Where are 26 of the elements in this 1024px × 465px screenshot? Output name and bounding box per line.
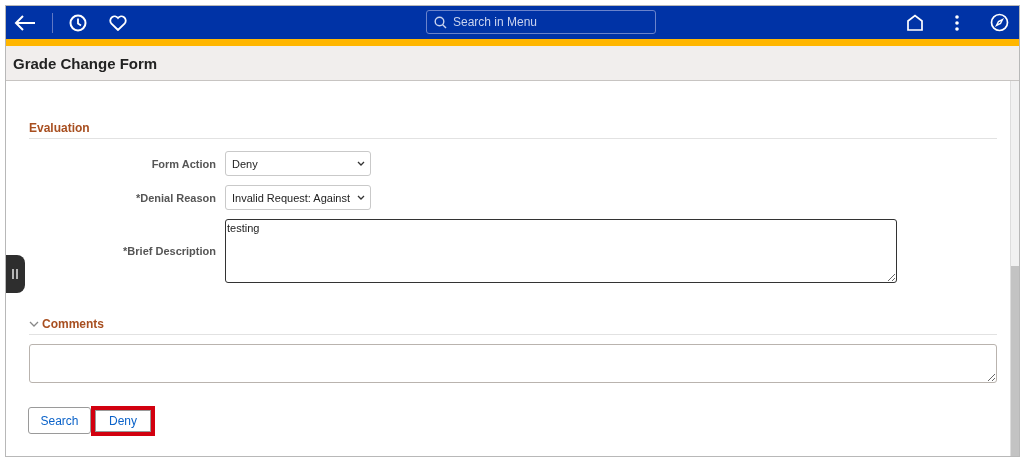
chevron-down-icon [357,195,365,200]
dropdown-field[interactable]: Invalid Request: Against [225,185,371,210]
chevron-down-icon [357,161,365,166]
field-label: *Denial Reason [134,191,216,204]
description-field[interactable]: testing [225,219,897,283]
comments-field[interactable] [29,344,997,383]
side-panel-handle-icon[interactable] [6,255,25,293]
scrollbar[interactable] [1010,81,1019,456]
section-heading: Evaluation [29,121,91,137]
dropdown-field[interactable]: Deny [225,151,371,176]
action-button[interactable]: Search [28,407,91,434]
page-title: Grade Change Form [13,54,158,72]
scrollbar-thumb[interactable] [1011,266,1019,456]
clock-icon[interactable] [69,13,87,32]
back-arrow-icon[interactable] [14,13,36,32]
chevron-down-icon [29,320,39,328]
comments-toggle[interactable]: Comments [29,317,104,334]
search-icon [434,16,447,29]
field-label: *Brief Description [122,245,216,257]
compass-icon[interactable] [990,13,1009,32]
heart-icon[interactable] [109,14,127,31]
field-label: Form Action [150,157,216,170]
action-button[interactable]: Deny [95,409,151,432]
home-icon[interactable] [906,14,924,31]
search-field[interactable]: Search in Menu [426,10,656,34]
more-options-icon[interactable] [954,13,960,32]
